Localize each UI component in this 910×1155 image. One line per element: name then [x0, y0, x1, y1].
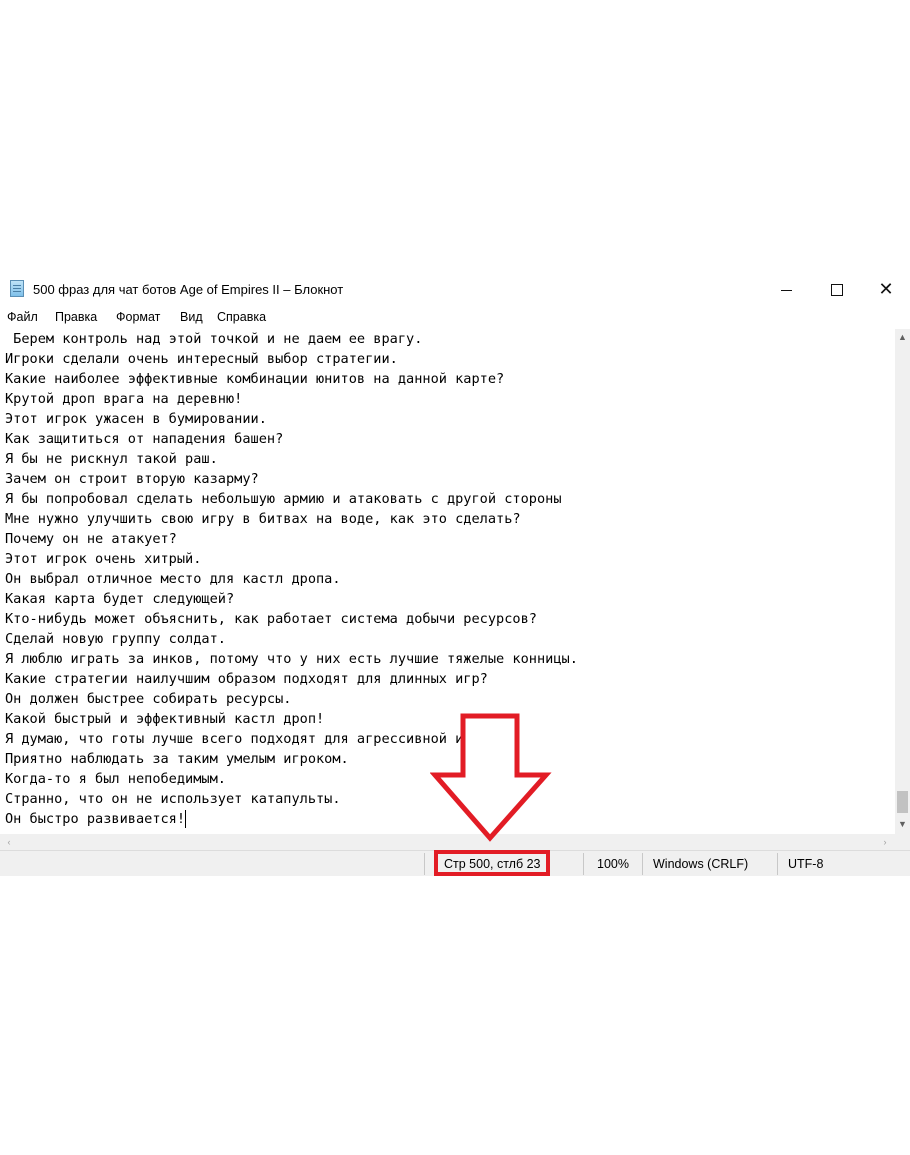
scroll-left-arrow-icon[interactable]: ‹ — [1, 834, 17, 850]
text-line: Какая карта будет следующей? — [5, 591, 235, 607]
text-line: Сделай новую группу солдат. — [5, 631, 226, 647]
text-line: Когда-то я был непобедимым. — [5, 771, 226, 787]
text-line: Он должен быстрее собирать ресурсы. — [5, 691, 292, 707]
vertical-scrollbar[interactable]: ▲ ▼ — [895, 329, 910, 834]
scrollbar-corner — [895, 834, 910, 850]
encoding: UTF-8 — [788, 857, 824, 871]
text-line: Как защититься от нападения башен? — [5, 431, 284, 447]
scroll-down-arrow-icon[interactable]: ▼ — [895, 817, 910, 832]
text-line: Я бы не рискнул такой раш. — [5, 451, 218, 467]
status-separator — [642, 853, 643, 875]
text-line: Какие наиболее эффективные комбинации юн… — [5, 371, 505, 387]
text-line: Игроки сделали очень интересный выбор ст… — [5, 351, 398, 367]
menu-file[interactable]: Файл — [7, 310, 38, 324]
text-line: Крутой дроп врага на деревню! — [5, 391, 243, 407]
text-caret — [185, 810, 187, 828]
maximize-button[interactable] — [813, 272, 859, 308]
menu-edit[interactable]: Правка — [55, 310, 97, 324]
down-arrow-outline-icon — [430, 713, 552, 842]
menu-format[interactable]: Формат — [116, 310, 160, 324]
status-separator — [424, 853, 425, 875]
text-line: Какой быстрый и эффективный кастл дроп! — [5, 711, 325, 727]
text-line: Он быстро развивается! — [5, 811, 186, 827]
text-line: Кто-нибудь может объяснить, как работает… — [5, 611, 537, 627]
status-separator — [777, 853, 778, 875]
line-ending: Windows (CRLF) — [653, 857, 749, 871]
close-button[interactable]: ✕ — [863, 272, 909, 308]
status-position-highlight — [434, 850, 550, 876]
text-line: Он выбрал отличное место для кастл дропа… — [5, 571, 341, 587]
minimize-button[interactable] — [763, 272, 809, 308]
scroll-right-arrow-icon[interactable]: › — [877, 834, 893, 850]
title-bar[interactable]: 500 фраз для чат ботов Age of Empires II… — [0, 272, 910, 308]
text-line: Какие стратегии наилучшим образом подход… — [5, 671, 488, 687]
text-line: Этот игрок ужасен в бумировании. — [5, 411, 267, 427]
vertical-scroll-thumb[interactable] — [897, 791, 908, 813]
text-line: Зачем он строит вторую казарму? — [5, 471, 259, 487]
menu-help[interactable]: Справка — [217, 310, 266, 324]
menu-view[interactable]: Вид — [180, 310, 203, 324]
menu-bar: Файл Правка Формат Вид Справка — [0, 308, 910, 328]
status-separator — [583, 853, 584, 875]
text-line: Я люблю играть за инков, потому что у ни… — [5, 651, 578, 667]
window-title: 500 фраз для чат ботов Age of Empires II… — [33, 282, 344, 297]
text-line: Этот игрок очень хитрый. — [5, 551, 202, 567]
notepad-icon — [10, 280, 24, 297]
text-line: Почему он не атакует? — [5, 531, 177, 547]
text-line: Приятно наблюдать за таким умелым игроко… — [5, 751, 349, 767]
zoom-level: 100% — [597, 857, 629, 871]
text-line: Я бы попробовал сделать небольшую армию … — [5, 491, 562, 507]
scroll-up-arrow-icon[interactable]: ▲ — [895, 330, 910, 345]
text-line: Мне нужно улучшить свою игру в битвах на… — [5, 511, 521, 527]
text-line: Берем контроль над этой точкой и не даем… — [5, 331, 423, 347]
text-line: Я думаю, что готы лучше всего подходят д… — [5, 731, 497, 747]
text-line: Странно, что он не использует катапульты… — [5, 791, 341, 807]
